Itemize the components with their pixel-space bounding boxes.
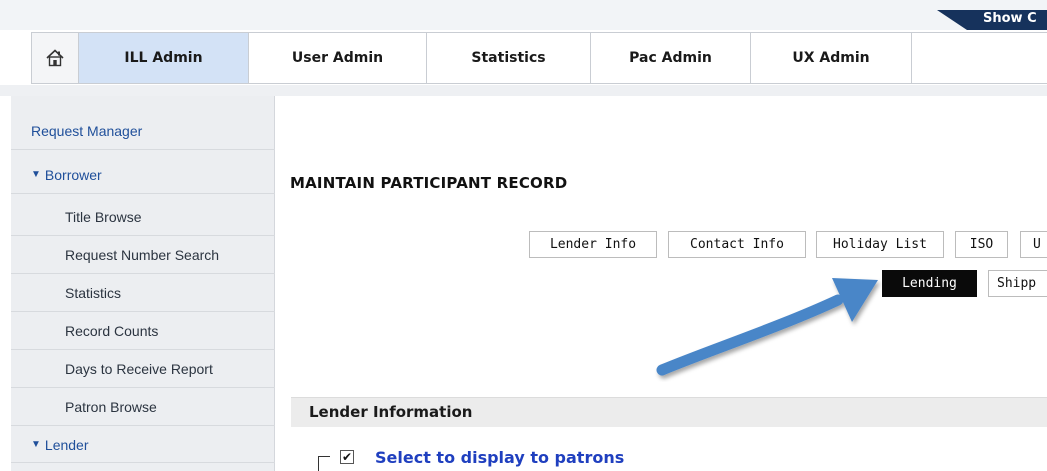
sidebar-item-record-counts[interactable]: Record Counts [11, 313, 275, 350]
tab-contact-info[interactable]: Contact Info [668, 231, 806, 258]
tab-lender-info[interactable]: Lender Info [529, 231, 657, 258]
triangle-down-icon: ▼ [31, 439, 41, 450]
sidebar-item-label: Request Number Search [65, 247, 220, 263]
display-to-patrons-label[interactable]: Select to display to patrons [375, 448, 624, 467]
sidebar-item-statistics[interactable]: Statistics [11, 275, 275, 312]
nav-statistics[interactable]: Statistics [427, 33, 591, 83]
sidebar-item-label: Days to Receive Report [65, 361, 213, 377]
sidebar-item-request-manager[interactable]: Request Manager [11, 112, 275, 150]
sidebar-item-label: Request Manager [31, 122, 143, 139]
tab-u-partial[interactable]: U [1020, 231, 1047, 258]
section-header-lender-information: Lender Information [291, 397, 1047, 427]
sidebar-section-label: Borrower [44, 166, 102, 183]
top-strip [0, 0, 1047, 30]
sidebar-item-label: Record Counts [65, 323, 159, 339]
display-to-patrons-row: ✔ Select to display to patrons [318, 448, 1018, 471]
main-nav: ILL Admin User Admin Statistics Pac Admi… [31, 32, 1047, 84]
section-title: Lender Information [309, 403, 473, 421]
check-mark-icon: ✔ [341, 450, 353, 464]
pointer-arrow [656, 278, 878, 376]
show-tab[interactable]: Show C [937, 10, 1047, 30]
nav-pac-admin[interactable]: Pac Admin [591, 33, 751, 83]
sidebar-section-label: Lender [44, 436, 89, 453]
sidebar-item-label: Patron Browse [65, 399, 157, 415]
home-icon [46, 49, 64, 67]
tab-lending[interactable]: Lending [882, 270, 977, 297]
sidebar-item-request-number-search[interactable]: Request Number Search [11, 237, 275, 274]
triangle-down-icon: ▼ [31, 169, 41, 180]
tab-holiday-list[interactable]: Holiday List [816, 231, 944, 258]
header-gap [0, 85, 1047, 96]
sidebar-item-title-browse[interactable]: Title Browse [11, 199, 275, 236]
sidebar: Request Manager ▼ Borrower Title Browse … [11, 96, 275, 471]
tab-shipping-partial[interactable]: Shipp [988, 270, 1047, 297]
nav-ill-admin[interactable]: ILL Admin [79, 33, 249, 83]
sidebar-item-days-to-receive-report[interactable]: Days to Receive Report [11, 351, 275, 388]
nav-home-button[interactable] [32, 33, 79, 83]
sidebar-item-label: Statistics [65, 285, 122, 301]
sidebar-item-label: Title Browse [65, 209, 142, 225]
nav-empty-space [912, 33, 1047, 83]
show-tab-label: Show C [983, 11, 1037, 26]
sidebar-item-patron-browse[interactable]: Patron Browse [11, 389, 275, 426]
tab-iso[interactable]: ISO [955, 231, 1008, 258]
sidebar-section-borrower[interactable]: ▼ Borrower [11, 156, 275, 194]
sidebar-section-lender[interactable]: ▼ Lender [11, 427, 275, 463]
nav-ux-admin[interactable]: UX Admin [751, 33, 912, 83]
display-to-patrons-checkbox[interactable]: ✔ [340, 450, 354, 464]
nav-user-admin[interactable]: User Admin [249, 33, 427, 83]
page-title: MAINTAIN PARTICIPANT RECORD [290, 174, 568, 192]
tree-connector [318, 456, 330, 471]
